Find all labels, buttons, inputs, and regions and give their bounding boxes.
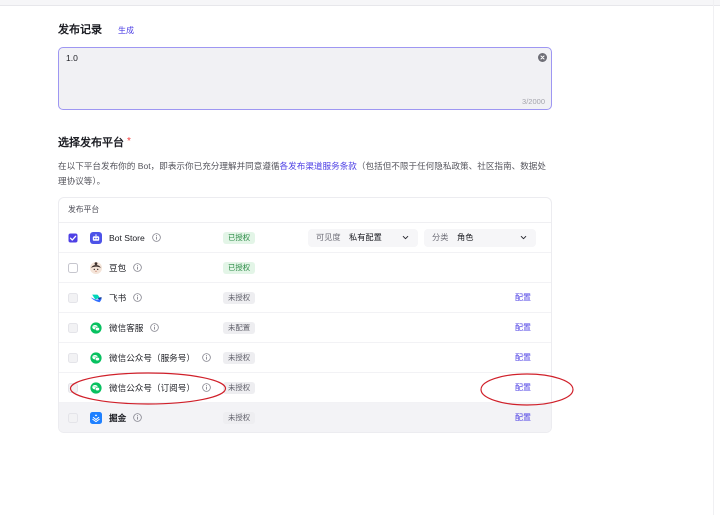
chevron-down-icon [401,233,410,242]
platform-name-group: 飞书 [109,283,142,312]
generate-button[interactable]: 生成 [118,25,134,37]
juejin-icon [90,411,102,424]
status-badge: 已授权 [223,261,256,274]
platform-row: 飞书 未授权 配置 [59,283,551,313]
table-header: 发布平台 [59,198,551,223]
visibility-select[interactable]: 可见度 私有配置 [308,228,418,247]
checkbox-disabled [68,382,78,393]
header-bar-edge [0,0,720,6]
info-icon[interactable] [150,323,160,332]
column-header-platform: 发布平台 [68,205,100,214]
platform-name-group: Bot Store [109,223,161,252]
checkbox-disabled [68,412,78,423]
platform-row: Bot Store 已授权 可见度 私有配置 分类 角色 [59,223,551,253]
char-counter: 3/2000 [522,97,545,106]
platform-name: 掘金 [109,412,127,423]
checkbox-disabled [68,292,78,303]
clear-icon[interactable] [538,53,547,62]
status-badge: 未授权 [223,411,256,424]
doubao-icon [90,261,102,274]
platform-name: 飞书 [109,292,127,303]
status-badge: 未授权 [223,351,256,364]
checkbox[interactable] [68,262,78,273]
platform-row: 微信客服 未配置 配置 [59,313,551,343]
bot-store-icon [90,231,102,244]
platform-row: 微信公众号（服务号） 未授权 配置 [59,343,551,373]
platform-name: 微信客服 [109,322,144,333]
textarea-value: 1.0 [66,53,78,63]
configure-link[interactable]: 配置 [515,292,531,304]
platform-row: 掘金 未授权 配置 [59,403,551,432]
configure-link[interactable]: 配置 [515,322,531,334]
wechat-icon [90,321,102,334]
status-badge: 未配置 [223,321,256,334]
platform-description: 在以下平台发布你的 Bot，即表示你已充分理解并同意遵循各发布渠道服务条款（包括… [58,159,552,189]
configure-link[interactable]: 配置 [515,352,531,364]
page-divider [713,0,714,515]
configure-link[interactable]: 配置 [515,382,531,394]
platform-name-group: 微信公众号（服务号） [109,343,211,372]
platform-row: 微信公众号（订阅号） 未授权 配置 [59,373,551,403]
terms-link[interactable]: 各发布渠道服务条款 [280,161,357,171]
select-platform-title: 选择发布平台 * [58,135,131,152]
checkbox-disabled [68,352,78,363]
info-icon[interactable] [133,293,142,302]
platform-name: 微信公众号（服务号） [109,352,195,363]
wechat-icon [90,381,102,394]
platform-name-group: 掘金 [109,403,142,432]
section-title-text: 选择发布平台 [58,137,124,149]
info-icon[interactable] [133,263,142,272]
publish-record-textarea[interactable]: 1.0 3/2000 [58,47,552,110]
configure-link[interactable]: 配置 [515,412,531,424]
platform-name: 微信公众号（订阅号） [109,382,195,393]
publish-record-title: 发布记录 [58,24,102,36]
info-icon[interactable] [152,233,161,242]
info-icon[interactable] [202,353,211,362]
status-badge: 已授权 [223,231,256,244]
category-value: 角色 [457,232,474,242]
visibility-label: 可见度 [316,232,341,242]
platform-name-group: 豆包 [109,253,142,282]
info-icon[interactable] [133,413,142,422]
status-badge: 未授权 [223,291,256,304]
info-icon[interactable] [202,383,211,392]
platform-name-group: 微信客服 [109,313,160,342]
table-body: Bot Store 已授权 可见度 私有配置 分类 角色 豆包 已授权 飞书 未授权 配置 微信客服未… [59,223,551,432]
required-mark: * [127,136,131,147]
platform-name: Bot Store [109,232,145,243]
checkbox-disabled [68,322,78,333]
platform-row: 豆包 已授权 [59,253,551,283]
wechat-icon [90,351,102,364]
visibility-value: 私有配置 [349,232,382,242]
checkbox-checked[interactable] [68,233,78,243]
platform-name: 豆包 [109,262,127,273]
status-badge: 未授权 [223,381,256,394]
category-select[interactable]: 分类 角色 [424,228,536,247]
chevron-down-icon [519,233,528,242]
platform-table: 发布平台 Bot Store 已授权 可见度 私有配置 分类 角色 豆包 已授权 飞书 未授权 配置… [58,197,552,433]
category-label: 分类 [432,232,449,242]
description-text: 在以下平台发布你的 Bot，即表示你已充分理解并同意遵循 [58,160,280,171]
feishu-icon [90,292,102,304]
platform-name-group: 微信公众号（订阅号） [109,373,211,402]
